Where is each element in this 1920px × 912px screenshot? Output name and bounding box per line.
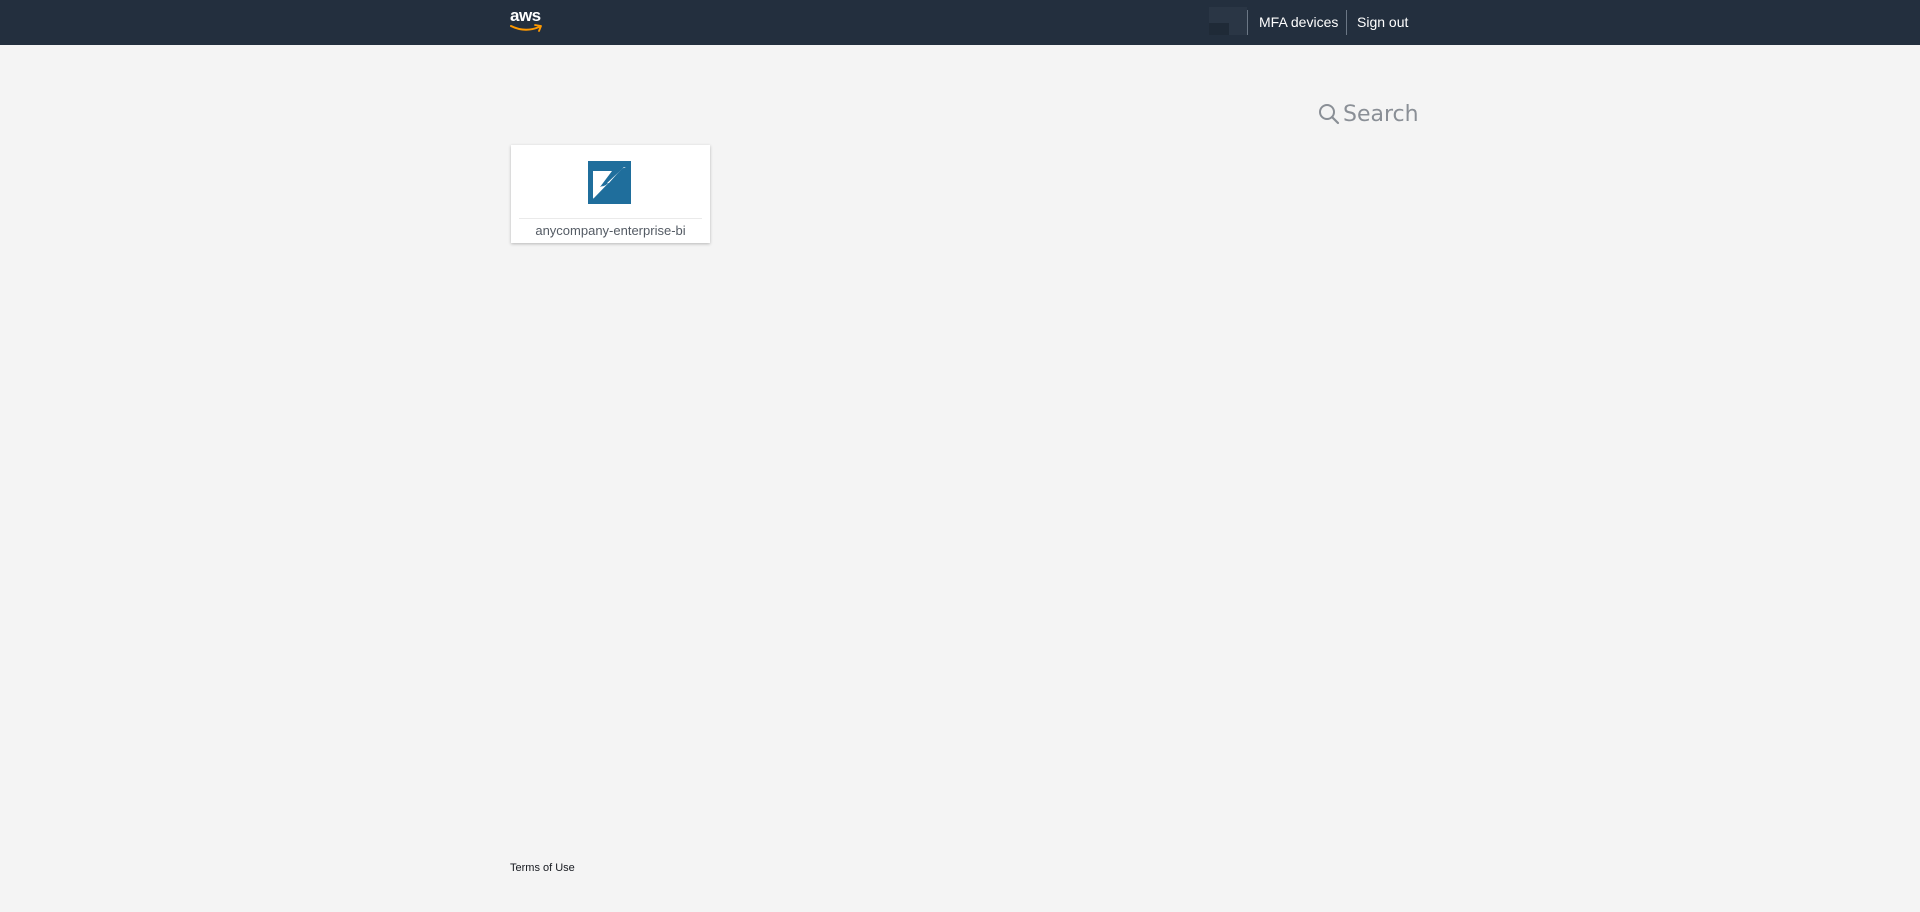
search-icon — [1319, 104, 1340, 125]
nav-divider — [1247, 10, 1248, 35]
search-placeholder: Search — [1343, 102, 1419, 127]
aws-logo-text: aws — [510, 6, 541, 25]
sign-out-link[interactable]: Sign out — [1357, 14, 1408, 30]
quicksight-icon — [588, 161, 631, 204]
nav-divider — [1346, 10, 1347, 35]
user-avatar[interactable] — [1209, 7, 1247, 35]
aws-logo[interactable]: aws — [510, 7, 546, 35]
app-tile[interactable]: anycompany-enterprise-bi — [511, 145, 710, 243]
top-navigation-bar: aws MFA devices Sign out — [0, 0, 1920, 45]
app-tile-label: anycompany-enterprise-bi — [535, 223, 686, 238]
terms-of-use-link[interactable]: Terms of Use — [510, 862, 575, 875]
search-input[interactable]: Search — [1318, 101, 1419, 129]
aws-smile-icon — [510, 24, 542, 32]
tile-divider — [519, 218, 702, 219]
mfa-devices-link[interactable]: MFA devices — [1259, 14, 1338, 30]
